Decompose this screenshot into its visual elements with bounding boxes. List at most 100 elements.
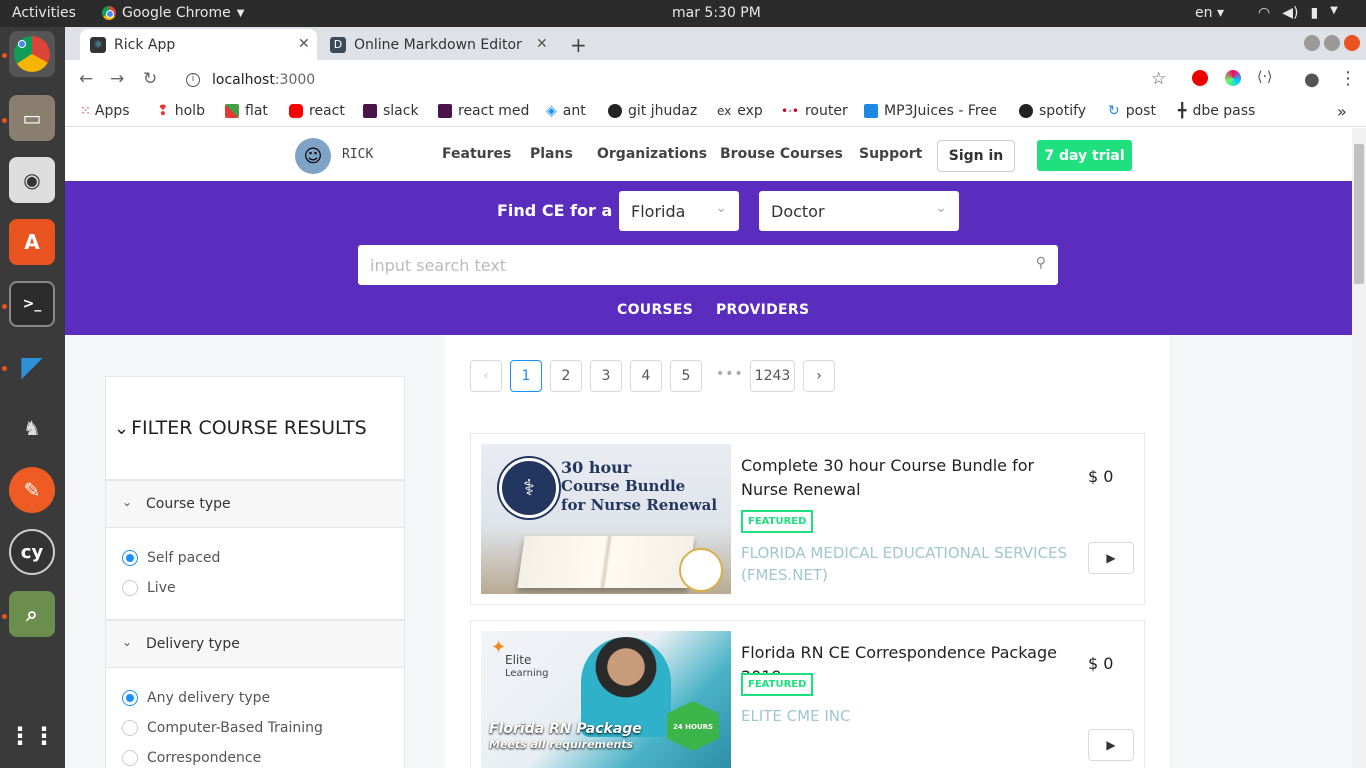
nav-browse-courses[interactable]: Brouse Courses	[720, 146, 843, 162]
radio-any-delivery[interactable]: Any delivery type	[122, 690, 270, 706]
delivery-type-section-header[interactable]: ⌄ Delivery type	[105, 620, 405, 668]
tab-courses[interactable]: COURSES	[617, 302, 693, 318]
page-1[interactable]: 1	[510, 360, 542, 392]
nav-plans[interactable]: Plans	[530, 146, 573, 162]
kebab-menu-icon[interactable]: ⋮	[1339, 68, 1357, 89]
bookmark-git[interactable]: git jhudaz	[608, 103, 697, 119]
search-input[interactable]: input search text ⚲	[358, 245, 1058, 285]
course-card[interactable]: ✦ Elite Learning 24 HOURS Florida RN Pac…	[470, 620, 1145, 768]
back-arrow-icon[interactable]: ←	[79, 69, 93, 89]
bookmark-slack[interactable]: slack	[363, 103, 419, 119]
course-type-section-header[interactable]: ⌄ Course type	[105, 480, 405, 528]
tab-rick-app[interactable]: ⚛ Rick App ✕	[80, 29, 317, 60]
close-window-button[interactable]	[1344, 35, 1360, 51]
nav-organizations[interactable]: Organizations	[597, 146, 707, 162]
nav-support[interactable]: Support	[859, 146, 922, 162]
screenshot-viewer-icon[interactable]: ⌕	[9, 591, 55, 637]
page-last[interactable]: 1243	[750, 360, 795, 392]
page-4[interactable]: 4	[630, 360, 662, 392]
bookmark-label: git jhudaz	[628, 103, 698, 119]
view-course-button[interactable]: ▶	[1088, 542, 1134, 574]
clock[interactable]: mar 5:30 PM	[672, 5, 761, 21]
color-extension-icon[interactable]	[1225, 70, 1241, 86]
radio-live[interactable]: Live	[122, 580, 176, 596]
devtools-extension-icon[interactable]: ⟨·⟩	[1257, 69, 1272, 85]
bookmark-react-med[interactable]: react med	[438, 103, 529, 119]
page-3[interactable]: 3	[590, 360, 622, 392]
new-tab-button[interactable]: +	[570, 33, 587, 57]
vscode-icon[interactable]: ◤	[9, 343, 55, 389]
profile-avatar-icon[interactable]: ●	[1304, 69, 1320, 90]
dock-chrome-icon[interactable]	[9, 31, 55, 77]
page-2[interactable]: 2	[550, 360, 582, 392]
bookmark-star-icon[interactable]: ☆	[1151, 69, 1166, 89]
bookmark-react[interactable]: react	[289, 103, 345, 119]
tab-markdown-editor[interactable]: D Online Markdown Editor ✕	[320, 29, 560, 60]
bookmark-ant[interactable]: ◈ ant	[546, 103, 586, 119]
tab-providers[interactable]: PROVIDERS	[716, 302, 809, 318]
chevron-down-icon: ⌄	[935, 200, 947, 216]
show-apps-icon[interactable]: ⋮⋮	[8, 713, 56, 759]
find-ce-label: Find CE for a	[497, 201, 613, 220]
activities-button[interactable]: Activities	[12, 5, 76, 21]
adblock-extension-icon[interactable]	[1192, 70, 1208, 86]
cypress-icon[interactable]: cy	[9, 529, 55, 575]
app-menu[interactable]: Google Chrome ▼	[102, 5, 244, 21]
rick-logo-icon[interactable]: ☺	[295, 138, 331, 174]
address-bar[interactable]: i localhost:3000	[171, 65, 1141, 94]
sign-in-button[interactable]: Sign in	[937, 140, 1015, 172]
forward-arrow-icon[interactable]: →	[110, 69, 124, 89]
plus-icon: ╋	[1178, 103, 1187, 119]
course-provider[interactable]: ELITE CME INC	[741, 705, 1081, 727]
trial-button[interactable]: 7 day trial	[1037, 140, 1132, 171]
radio-computer-based[interactable]: Computer-Based Training	[122, 720, 323, 736]
view-course-button[interactable]: ▶	[1088, 729, 1134, 761]
search-icon[interactable]: ⚲	[1036, 255, 1046, 271]
radio-correspondence[interactable]: Correspondence	[122, 750, 261, 766]
bookmark-exp[interactable]: ex exp	[717, 103, 763, 119]
software-center-icon[interactable]: A	[9, 219, 55, 265]
radio-self-paced[interactable]: Self paced	[122, 550, 220, 566]
brand-name[interactable]: RICK	[342, 147, 373, 162]
close-tab-icon[interactable]: ✕	[536, 36, 548, 52]
bookmark-post[interactable]: ↻ post	[1108, 103, 1156, 119]
filter-header[interactable]: ⌄ FILTER COURSE RESULTS	[105, 376, 405, 480]
bookmark-mp3juices[interactable]: MP3Juices - Free	[864, 103, 996, 119]
bookmark-dbe-pass[interactable]: ╋ dbe pass	[1178, 103, 1255, 119]
bookmark-label: ant	[562, 103, 586, 119]
course-card[interactable]: ⚕ 30 hour Course Bundle for Nurse Renewa…	[470, 433, 1145, 605]
profession-select[interactable]: Doctor ⌄	[759, 191, 959, 231]
bookmark-apps[interactable]: ⁙ Apps	[80, 103, 130, 119]
course-thumbnail[interactable]: ✦ Elite Learning 24 HOURS Florida RN Pac…	[481, 631, 731, 768]
reload-icon[interactable]: ↻	[143, 69, 157, 89]
close-tab-icon[interactable]: ✕	[298, 36, 310, 52]
postman-icon[interactable]: ✎	[9, 467, 55, 513]
system-tray[interactable]: ◠ ◀) ▮ ▼	[1258, 5, 1338, 21]
course-provider[interactable]: FLORIDA MEDICAL EDUCATIONAL SERVICES (FM…	[741, 542, 1081, 586]
sequel-app-icon[interactable]: ♞	[9, 405, 55, 451]
pagination-prev[interactable]: ‹	[470, 360, 502, 392]
wifi-icon: ◠	[1258, 5, 1271, 21]
minimize-button[interactable]	[1304, 35, 1320, 51]
scrollbar-thumb[interactable]	[1354, 144, 1364, 284]
page-scrollbar[interactable]	[1352, 128, 1366, 768]
pagination-next[interactable]: ›	[803, 360, 835, 392]
bookmark-spotify[interactable]: spotify	[1019, 103, 1086, 119]
language-indicator[interactable]: en ▾	[1195, 5, 1224, 21]
terminal-icon[interactable]: >_	[9, 281, 55, 327]
maximize-button[interactable]	[1324, 35, 1340, 51]
state-select[interactable]: Florida ⌄	[619, 191, 739, 231]
page-5[interactable]: 5	[670, 360, 702, 392]
pagination-ellipsis[interactable]: •••	[716, 366, 744, 382]
files-icon[interactable]: ▭	[9, 95, 55, 141]
course-thumbnail[interactable]: ⚕ 30 hour Course Bundle for Nurse Renewa…	[481, 444, 731, 594]
nav-features[interactable]: Features	[442, 146, 511, 162]
bookmark-router[interactable]: •·• router	[781, 103, 848, 119]
bookmark-holb[interactable]: ❢ holb	[157, 103, 205, 119]
more-bookmarks-icon[interactable]: »	[1337, 102, 1347, 121]
slack-icon	[438, 104, 452, 118]
speaker-app-icon[interactable]: ◉	[9, 157, 55, 203]
bookmark-flat[interactable]: flat	[225, 103, 268, 119]
radio-label: Any delivery type	[147, 690, 271, 706]
course-title[interactable]: Complete 30 hour Course Bundle for Nurse…	[741, 454, 1071, 502]
